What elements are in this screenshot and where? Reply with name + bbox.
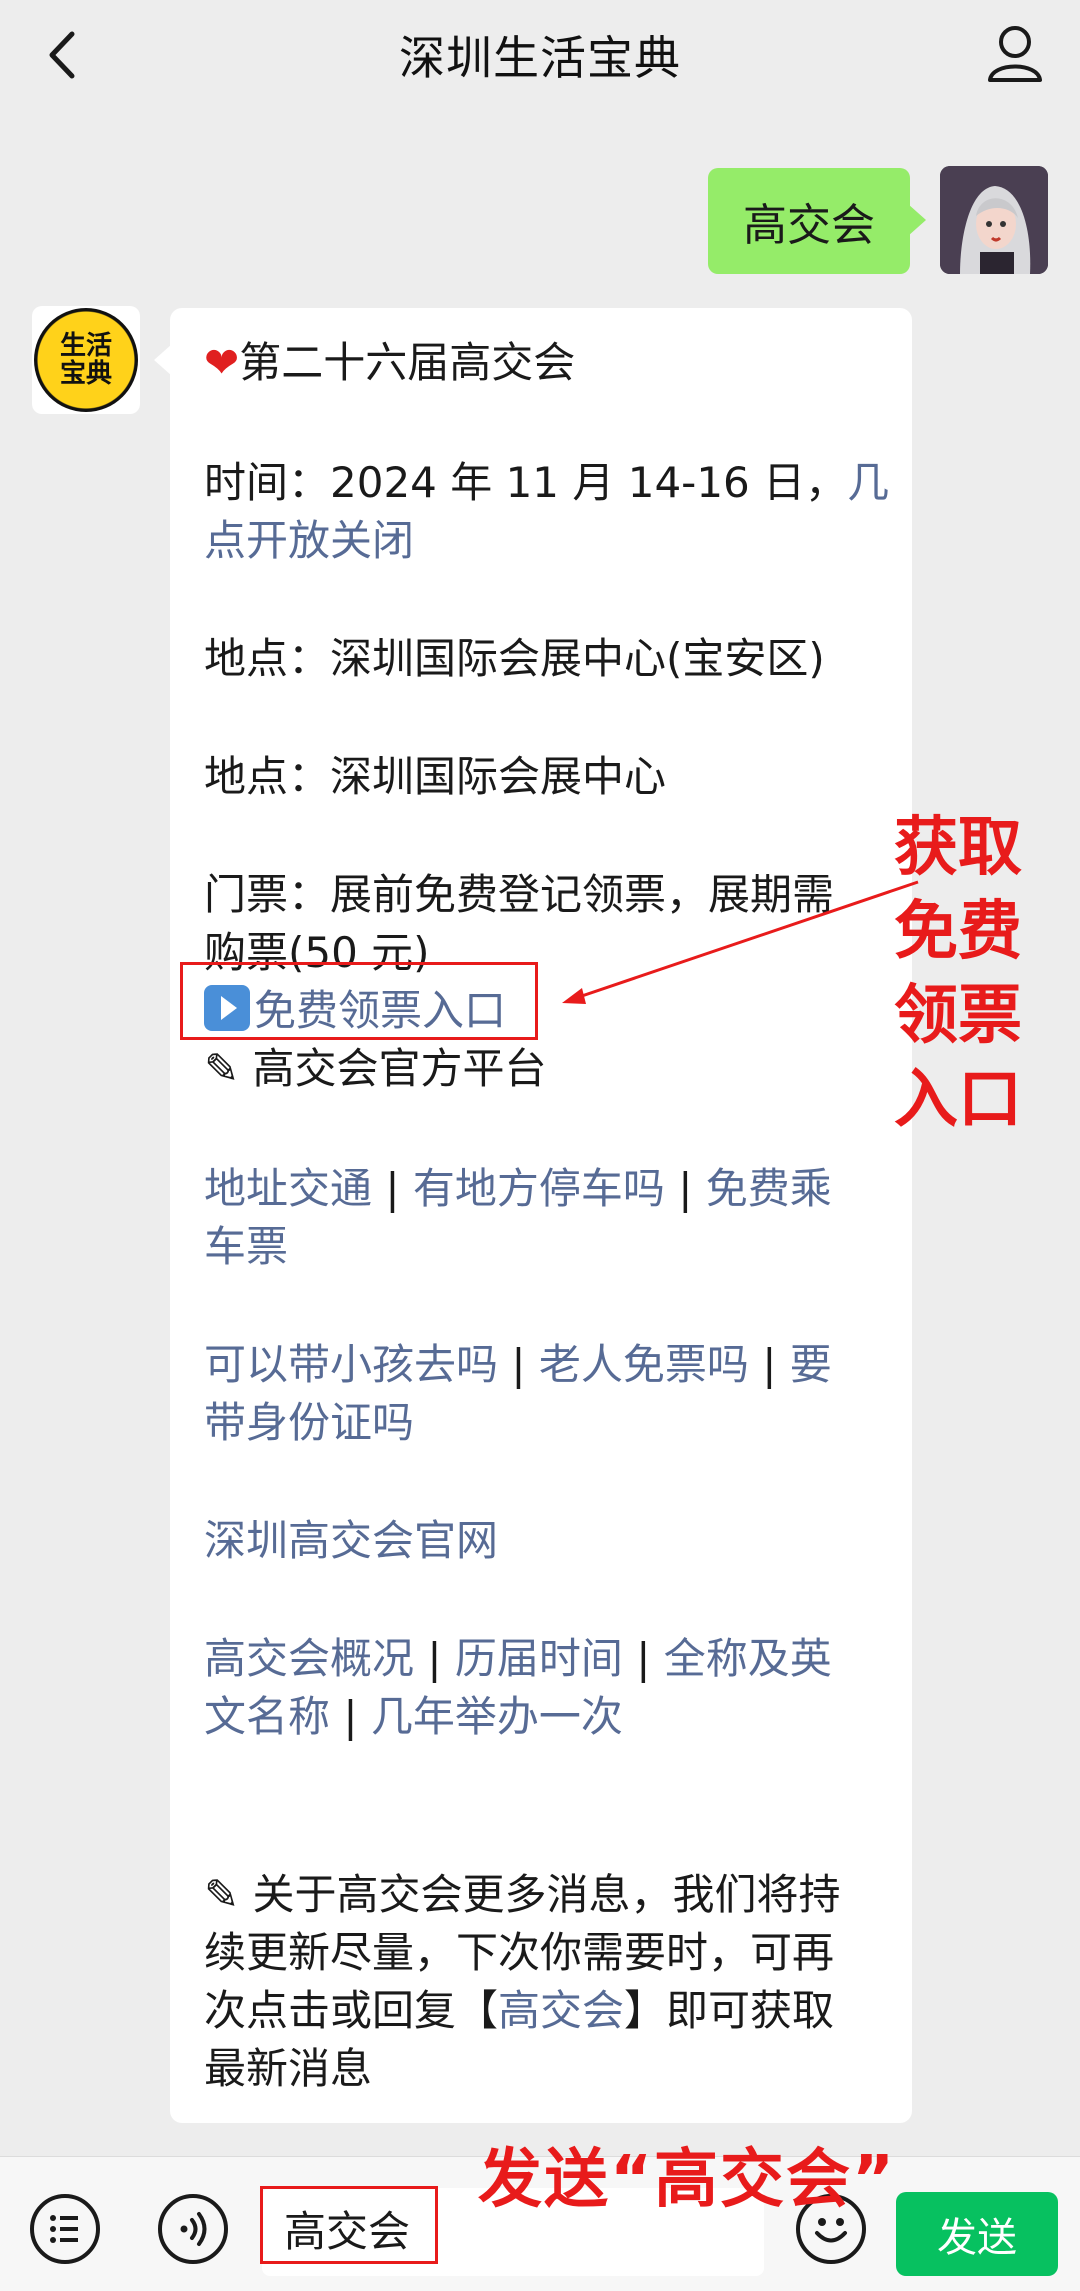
voice-icon[interactable] [158, 2194, 228, 2264]
annotation-side-text: 获取 免费 领票 入口 [888, 806, 1028, 1142]
annotation-line: 获取 [894, 811, 1022, 885]
annotation-line: 领票 [894, 979, 1022, 1053]
list-icon[interactable] [30, 2194, 100, 2264]
annotation-arrows [509, 880, 971, 2252]
annotation-bottom-text: 发送“高交会” [478, 2143, 897, 2217]
annotation-input-box [260, 2186, 438, 2264]
annotation-line: 入口 [894, 1063, 1022, 1137]
annotation-line: 免费 [894, 895, 1022, 969]
send-button[interactable]: 发送 [896, 2192, 1058, 2276]
